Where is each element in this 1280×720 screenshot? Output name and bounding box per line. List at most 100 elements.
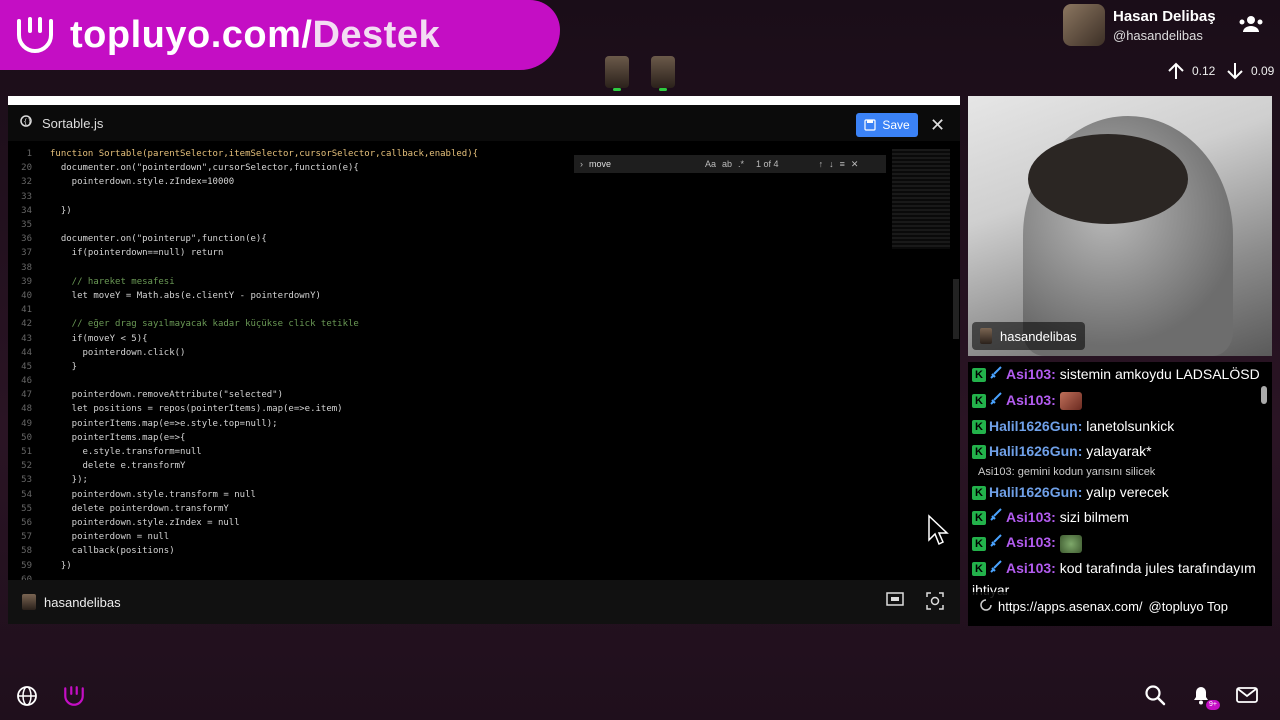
- code-line[interactable]: 53 });: [8, 473, 890, 487]
- match-case-toggle[interactable]: Aa: [705, 159, 716, 169]
- screenshot-icon[interactable]: [926, 592, 944, 615]
- code-line[interactable]: 34 }): [8, 204, 890, 218]
- code-line[interactable]: 39 // hareket mesafesi: [8, 275, 890, 289]
- chat-text: sistemin amkoydu LADSALÖSD: [1059, 366, 1260, 382]
- chat-message[interactable]: K Asi103:: [968, 388, 1272, 414]
- line-number: 44: [21, 347, 32, 358]
- arrow-down-icon[interactable]: ↓: [829, 159, 834, 169]
- code-line[interactable]: 54 pointerdown.style.transform = null: [8, 488, 890, 502]
- chat-message[interactable]: K Halil1626Gun: lanetolsunkick: [968, 414, 1272, 439]
- code-line[interactable]: 45 }: [8, 360, 890, 374]
- kick-badge-icon: K: [972, 368, 986, 383]
- code-line[interactable]: 56 pointerdown.style.zIndex = null: [8, 516, 890, 530]
- code-text: // hareket mesafesi: [50, 276, 175, 287]
- chat-scroll-thumb[interactable]: [1261, 386, 1267, 404]
- banner-path: Destek: [312, 13, 441, 56]
- line-number: 50: [21, 432, 32, 443]
- code-line[interactable]: 51 e.style.transform=null: [8, 445, 890, 459]
- chat-scrollbar[interactable]: [1260, 368, 1268, 618]
- code-text: pointerItems.map(e=>e.style.top=null);: [50, 418, 278, 429]
- mail-icon[interactable]: [1236, 686, 1258, 709]
- viewer-avatar[interactable]: [651, 56, 675, 91]
- find-widget[interactable]: › move Aa ab .* 1 of 4 ↑ ↓ ≡ ✕: [574, 155, 886, 173]
- chat-message[interactable]: K Asi103:: [968, 530, 1272, 556]
- sword-badge-icon: [989, 365, 1003, 386]
- upload-value: 0.12: [1192, 64, 1216, 78]
- chat-username[interactable]: Asi103: [1006, 392, 1051, 408]
- chat-username[interactable]: Halil1626Gun: [989, 484, 1078, 500]
- save-label: Save: [882, 118, 910, 132]
- chat-username[interactable]: Halil1626Gun: [989, 418, 1078, 434]
- code-text: function Sortable(parentSelector,itemSel…: [50, 149, 479, 160]
- line-number: 39: [21, 276, 32, 287]
- code-line[interactable]: 47 pointerdown.removeAttribute("selected…: [8, 388, 890, 402]
- code-line[interactable]: 38: [8, 261, 890, 275]
- chevron-right-icon[interactable]: ›: [580, 159, 583, 169]
- viewer-avatar[interactable]: [605, 56, 629, 91]
- marquee-url[interactable]: https://apps.asenax.com/: [998, 599, 1143, 614]
- close-icon[interactable]: ✕: [930, 115, 945, 136]
- whole-word-toggle[interactable]: ab: [722, 159, 732, 169]
- code-line[interactable]: 37 if(pointerdown==null) return: [8, 246, 890, 260]
- code-line[interactable]: 55 delete pointerdown.transformY: [8, 502, 890, 516]
- webcam-hair: [1028, 134, 1188, 224]
- user-profile[interactable]: Hasan Delibaş @hasandelibas: [1063, 4, 1216, 46]
- code-line[interactable]: 48 let positions = repos(pointerItems).m…: [8, 402, 890, 416]
- globe-icon[interactable]: [16, 685, 38, 712]
- chat-panel[interactable]: K Asi103: sistemin amkoydu LADSALÖSD K Asi1…: [968, 362, 1272, 626]
- code-line[interactable]: 49 pointerItems.map(e=>e.style.top=null)…: [8, 417, 890, 431]
- code-line[interactable]: 58 callback(positions): [8, 544, 890, 558]
- scrollbar[interactable]: [953, 279, 959, 339]
- line-number: 53: [21, 475, 32, 486]
- line-number: 51: [21, 447, 32, 458]
- line-number: 45: [21, 361, 32, 372]
- code-editor-window: {} Sortable.js Save ✕ 1 function Sortable…: [8, 96, 960, 624]
- minimap[interactable]: [892, 149, 950, 249]
- chat-username[interactable]: Asi103: [1006, 560, 1051, 576]
- chat-message[interactable]: K Asi103: sizi bilmem: [968, 505, 1272, 531]
- code-line[interactable]: 36 documenter.on("pointerup",function(e)…: [8, 232, 890, 246]
- code-line[interactable]: 42 // eğer drag sayılmayacak kadar küçük…: [8, 317, 890, 331]
- arrow-up-icon[interactable]: ↑: [819, 159, 824, 169]
- code-line[interactable]: 40 let moveY = Math.abs(e.clientY - poin…: [8, 289, 890, 303]
- code-text: let moveY = Math.abs(e.clientY - pointer…: [50, 290, 321, 301]
- code-line[interactable]: 46: [8, 374, 890, 388]
- code-area[interactable]: 1 function Sortable(parentSelector,itemSe…: [8, 147, 890, 587]
- topluyo-logo-icon[interactable]: [62, 684, 86, 713]
- chat-username[interactable]: Asi103: [1006, 509, 1051, 525]
- chat-message[interactable]: K Halil1626Gun: yalıp verecek: [968, 480, 1272, 505]
- code-line[interactable]: 44 pointerdown.click(): [8, 346, 890, 360]
- emote-face-icon: [1059, 392, 1082, 411]
- code-line[interactable]: 43 if(moveY < 5){: [8, 331, 890, 345]
- chat-username[interactable]: Halil1626Gun: [989, 443, 1078, 459]
- svg-text:{}: {}: [23, 118, 31, 126]
- friends-icon[interactable]: [1238, 14, 1264, 39]
- code-line[interactable]: 35: [8, 218, 890, 232]
- download-speed: 0.09: [1225, 62, 1274, 80]
- close-icon[interactable]: ✕: [851, 159, 859, 170]
- code-line[interactable]: 59 }): [8, 558, 890, 572]
- chat-separator: :: [1077, 417, 1087, 434]
- save-button[interactable]: Save: [856, 113, 918, 137]
- code-line[interactable]: 52 delete e.transformY: [8, 459, 890, 473]
- chat-username[interactable]: Asi103: [1006, 366, 1051, 382]
- code-line[interactable]: 32 pointerdown.style.zIndex=10000: [8, 175, 890, 189]
- find-input[interactable]: move: [589, 159, 699, 169]
- code-line[interactable]: 57 pointerdown = null: [8, 530, 890, 544]
- user-name: Hasan Delibaş: [1113, 7, 1216, 25]
- search-icon[interactable]: [1144, 684, 1166, 711]
- chat-message[interactable]: K Asi103: sistemin amkoydu LADSALÖSD: [968, 362, 1272, 388]
- code-text: pointerdown.style.zIndex=10000: [50, 177, 235, 188]
- code-line[interactable]: 33: [8, 190, 890, 204]
- chat-username[interactable]: Asi103: [1006, 534, 1051, 550]
- code-text: delete e.transformY: [50, 461, 186, 472]
- regex-toggle[interactable]: .*: [738, 159, 744, 169]
- theater-mode-icon[interactable]: [886, 592, 904, 615]
- code-line[interactable]: 41: [8, 303, 890, 317]
- arrow-down-icon: [1227, 63, 1243, 80]
- kick-badge-icon: K: [972, 510, 986, 525]
- menu-icon[interactable]: ≡: [840, 159, 845, 169]
- line-number: 42: [21, 319, 32, 330]
- code-line[interactable]: 50 pointerItems.map(e=>{: [8, 431, 890, 445]
- chat-message[interactable]: K Halil1626Gun: yalayarak*: [968, 439, 1272, 464]
